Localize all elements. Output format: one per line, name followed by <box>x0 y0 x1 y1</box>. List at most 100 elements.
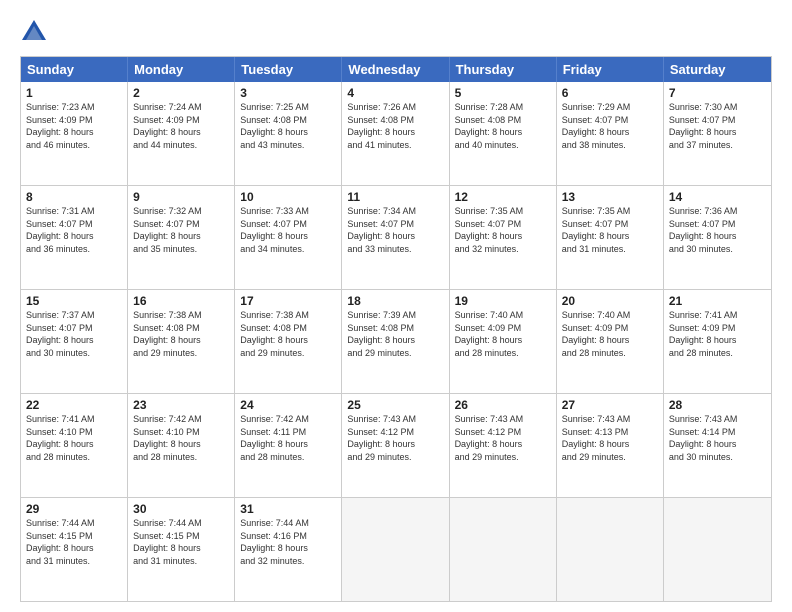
day-number: 23 <box>133 398 229 412</box>
day-number: 3 <box>240 86 336 100</box>
calendar-cell: 14Sunrise: 7:36 AMSunset: 4:07 PMDayligh… <box>664 186 771 289</box>
day-number: 17 <box>240 294 336 308</box>
day-number: 1 <box>26 86 122 100</box>
calendar-row-4: 22Sunrise: 7:41 AMSunset: 4:10 PMDayligh… <box>21 393 771 497</box>
cell-info: Sunrise: 7:44 AMSunset: 4:15 PMDaylight:… <box>133 517 229 567</box>
cell-info: Sunrise: 7:43 AMSunset: 4:14 PMDaylight:… <box>669 413 766 463</box>
day-number: 9 <box>133 190 229 204</box>
calendar-cell: 8Sunrise: 7:31 AMSunset: 4:07 PMDaylight… <box>21 186 128 289</box>
cell-info: Sunrise: 7:30 AMSunset: 4:07 PMDaylight:… <box>669 101 766 151</box>
cell-info: Sunrise: 7:24 AMSunset: 4:09 PMDaylight:… <box>133 101 229 151</box>
day-number: 29 <box>26 502 122 516</box>
day-number: 27 <box>562 398 658 412</box>
cell-info: Sunrise: 7:41 AMSunset: 4:09 PMDaylight:… <box>669 309 766 359</box>
cell-info: Sunrise: 7:34 AMSunset: 4:07 PMDaylight:… <box>347 205 443 255</box>
calendar-cell: 2Sunrise: 7:24 AMSunset: 4:09 PMDaylight… <box>128 82 235 185</box>
header-day-thursday: Thursday <box>450 57 557 82</box>
header-day-tuesday: Tuesday <box>235 57 342 82</box>
header-day-friday: Friday <box>557 57 664 82</box>
calendar-cell: 10Sunrise: 7:33 AMSunset: 4:07 PMDayligh… <box>235 186 342 289</box>
cell-info: Sunrise: 7:35 AMSunset: 4:07 PMDaylight:… <box>562 205 658 255</box>
calendar-cell: 1Sunrise: 7:23 AMSunset: 4:09 PMDaylight… <box>21 82 128 185</box>
day-number: 5 <box>455 86 551 100</box>
header-day-monday: Monday <box>128 57 235 82</box>
calendar-cell <box>664 498 771 601</box>
cell-info: Sunrise: 7:44 AMSunset: 4:16 PMDaylight:… <box>240 517 336 567</box>
calendar-body: 1Sunrise: 7:23 AMSunset: 4:09 PMDaylight… <box>21 82 771 601</box>
day-number: 26 <box>455 398 551 412</box>
day-number: 6 <box>562 86 658 100</box>
calendar-cell: 12Sunrise: 7:35 AMSunset: 4:07 PMDayligh… <box>450 186 557 289</box>
cell-info: Sunrise: 7:28 AMSunset: 4:08 PMDaylight:… <box>455 101 551 151</box>
calendar-cell: 6Sunrise: 7:29 AMSunset: 4:07 PMDaylight… <box>557 82 664 185</box>
cell-info: Sunrise: 7:26 AMSunset: 4:08 PMDaylight:… <box>347 101 443 151</box>
day-number: 31 <box>240 502 336 516</box>
logo-icon <box>20 18 48 46</box>
day-number: 25 <box>347 398 443 412</box>
cell-info: Sunrise: 7:42 AMSunset: 4:10 PMDaylight:… <box>133 413 229 463</box>
cell-info: Sunrise: 7:36 AMSunset: 4:07 PMDaylight:… <box>669 205 766 255</box>
calendar: SundayMondayTuesdayWednesdayThursdayFrid… <box>20 56 772 602</box>
page: SundayMondayTuesdayWednesdayThursdayFrid… <box>0 0 792 612</box>
cell-info: Sunrise: 7:32 AMSunset: 4:07 PMDaylight:… <box>133 205 229 255</box>
calendar-row-2: 8Sunrise: 7:31 AMSunset: 4:07 PMDaylight… <box>21 185 771 289</box>
cell-info: Sunrise: 7:37 AMSunset: 4:07 PMDaylight:… <box>26 309 122 359</box>
calendar-cell: 21Sunrise: 7:41 AMSunset: 4:09 PMDayligh… <box>664 290 771 393</box>
header-day-sunday: Sunday <box>21 57 128 82</box>
day-number: 30 <box>133 502 229 516</box>
day-number: 2 <box>133 86 229 100</box>
header <box>20 18 772 46</box>
calendar-cell: 30Sunrise: 7:44 AMSunset: 4:15 PMDayligh… <box>128 498 235 601</box>
day-number: 15 <box>26 294 122 308</box>
cell-info: Sunrise: 7:43 AMSunset: 4:13 PMDaylight:… <box>562 413 658 463</box>
calendar-cell: 25Sunrise: 7:43 AMSunset: 4:12 PMDayligh… <box>342 394 449 497</box>
header-day-wednesday: Wednesday <box>342 57 449 82</box>
cell-info: Sunrise: 7:43 AMSunset: 4:12 PMDaylight:… <box>347 413 443 463</box>
calendar-cell: 5Sunrise: 7:28 AMSunset: 4:08 PMDaylight… <box>450 82 557 185</box>
cell-info: Sunrise: 7:35 AMSunset: 4:07 PMDaylight:… <box>455 205 551 255</box>
calendar-cell <box>342 498 449 601</box>
calendar-header: SundayMondayTuesdayWednesdayThursdayFrid… <box>21 57 771 82</box>
day-number: 10 <box>240 190 336 204</box>
day-number: 20 <box>562 294 658 308</box>
cell-info: Sunrise: 7:25 AMSunset: 4:08 PMDaylight:… <box>240 101 336 151</box>
day-number: 28 <box>669 398 766 412</box>
calendar-cell: 4Sunrise: 7:26 AMSunset: 4:08 PMDaylight… <box>342 82 449 185</box>
calendar-cell: 23Sunrise: 7:42 AMSunset: 4:10 PMDayligh… <box>128 394 235 497</box>
cell-info: Sunrise: 7:38 AMSunset: 4:08 PMDaylight:… <box>133 309 229 359</box>
cell-info: Sunrise: 7:29 AMSunset: 4:07 PMDaylight:… <box>562 101 658 151</box>
calendar-cell: 15Sunrise: 7:37 AMSunset: 4:07 PMDayligh… <box>21 290 128 393</box>
cell-info: Sunrise: 7:40 AMSunset: 4:09 PMDaylight:… <box>562 309 658 359</box>
cell-info: Sunrise: 7:31 AMSunset: 4:07 PMDaylight:… <box>26 205 122 255</box>
calendar-cell <box>450 498 557 601</box>
day-number: 7 <box>669 86 766 100</box>
calendar-cell: 11Sunrise: 7:34 AMSunset: 4:07 PMDayligh… <box>342 186 449 289</box>
calendar-cell: 28Sunrise: 7:43 AMSunset: 4:14 PMDayligh… <box>664 394 771 497</box>
calendar-cell: 16Sunrise: 7:38 AMSunset: 4:08 PMDayligh… <box>128 290 235 393</box>
day-number: 19 <box>455 294 551 308</box>
day-number: 13 <box>562 190 658 204</box>
day-number: 11 <box>347 190 443 204</box>
cell-info: Sunrise: 7:44 AMSunset: 4:15 PMDaylight:… <box>26 517 122 567</box>
day-number: 22 <box>26 398 122 412</box>
calendar-cell: 17Sunrise: 7:38 AMSunset: 4:08 PMDayligh… <box>235 290 342 393</box>
calendar-cell: 7Sunrise: 7:30 AMSunset: 4:07 PMDaylight… <box>664 82 771 185</box>
day-number: 16 <box>133 294 229 308</box>
calendar-cell <box>557 498 664 601</box>
cell-info: Sunrise: 7:40 AMSunset: 4:09 PMDaylight:… <box>455 309 551 359</box>
day-number: 14 <box>669 190 766 204</box>
cell-info: Sunrise: 7:39 AMSunset: 4:08 PMDaylight:… <box>347 309 443 359</box>
cell-info: Sunrise: 7:41 AMSunset: 4:10 PMDaylight:… <box>26 413 122 463</box>
calendar-row-3: 15Sunrise: 7:37 AMSunset: 4:07 PMDayligh… <box>21 289 771 393</box>
day-number: 18 <box>347 294 443 308</box>
day-number: 12 <box>455 190 551 204</box>
calendar-cell: 9Sunrise: 7:32 AMSunset: 4:07 PMDaylight… <box>128 186 235 289</box>
cell-info: Sunrise: 7:33 AMSunset: 4:07 PMDaylight:… <box>240 205 336 255</box>
calendar-row-5: 29Sunrise: 7:44 AMSunset: 4:15 PMDayligh… <box>21 497 771 601</box>
calendar-cell: 27Sunrise: 7:43 AMSunset: 4:13 PMDayligh… <box>557 394 664 497</box>
cell-info: Sunrise: 7:43 AMSunset: 4:12 PMDaylight:… <box>455 413 551 463</box>
logo <box>20 18 52 46</box>
calendar-cell: 22Sunrise: 7:41 AMSunset: 4:10 PMDayligh… <box>21 394 128 497</box>
calendar-cell: 13Sunrise: 7:35 AMSunset: 4:07 PMDayligh… <box>557 186 664 289</box>
calendar-cell: 26Sunrise: 7:43 AMSunset: 4:12 PMDayligh… <box>450 394 557 497</box>
